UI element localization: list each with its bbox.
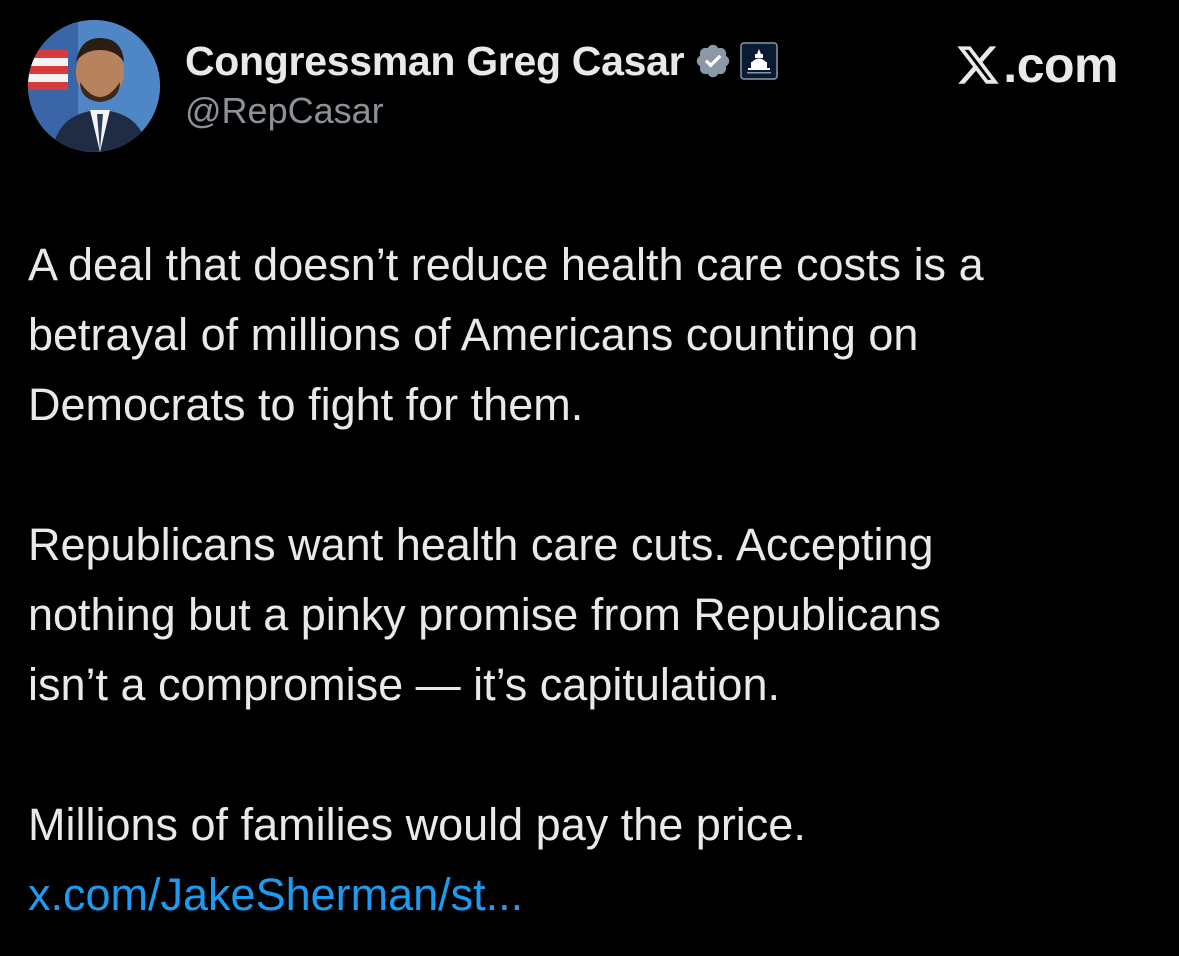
tweet-paragraph: Millions of families would pay the price…: [28, 799, 806, 850]
x-logo-icon: [957, 46, 1000, 84]
profile-photo: [28, 20, 160, 152]
author-name-row: Congressman Greg Casar: [185, 38, 780, 84]
avatar[interactable]: [28, 20, 160, 152]
tweet-header: Congressman Greg Casar @RepCasar .com: [28, 20, 1148, 160]
tweet-paragraph: Republicans want health care cuts. Accep…: [28, 519, 941, 710]
x-com-logo-text: .com: [1003, 37, 1118, 93]
author-display-name[interactable]: Congressman Greg Casar: [185, 38, 685, 85]
author-handle[interactable]: @RepCasar: [185, 90, 780, 132]
tweet-text: A deal that doesn’t reduce health care c…: [28, 230, 1158, 930]
house-democrats-capitol-icon[interactable]: [738, 40, 780, 82]
verified-badge-icon: [694, 42, 732, 80]
x-com-logo: .com: [955, 36, 1118, 94]
author-info: Congressman Greg Casar @RepCasar: [185, 38, 780, 132]
tweet-link[interactable]: x.com/JakeSherman/st...: [28, 860, 1158, 930]
tweet-paragraph: A deal that doesn’t reduce health care c…: [28, 239, 984, 430]
